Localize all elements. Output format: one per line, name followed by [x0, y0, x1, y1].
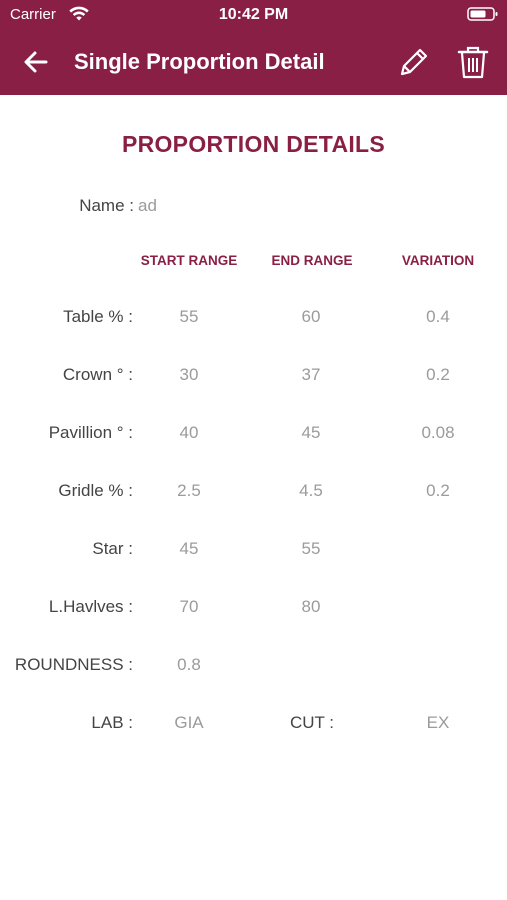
gridle-variation-value: 0.2 — [426, 481, 450, 500]
row-label-table: Table % : — [63, 307, 133, 326]
table-end-value: 60 — [301, 307, 321, 326]
row-label-star: Star : — [92, 539, 133, 558]
row-label-roundness: ROUNDNESS : — [14, 655, 133, 674]
star-end-value: 55 — [301, 539, 321, 558]
table-variation-value: 0.4 — [426, 307, 450, 326]
page-title: Single Proportion Detail — [74, 49, 325, 74]
battery-icon — [467, 7, 498, 21]
star-start-value: 45 — [179, 539, 199, 558]
pavillion-variation-value: 0.08 — [421, 423, 455, 442]
gridle-start-value: 2.5 — [177, 481, 201, 500]
lab-value: GIA — [174, 713, 204, 732]
variation-header: VARIATION — [401, 253, 475, 268]
arrow-left-icon[interactable] — [20, 46, 52, 78]
name-label: Name : — [79, 196, 134, 215]
cut-value: EX — [426, 713, 450, 732]
app-bar: Carrier 10:42 PM Single Proportion Detai… — [0, 0, 507, 95]
start-range-header: START RANGE — [140, 253, 238, 268]
lhalves-end-value: 80 — [301, 597, 321, 616]
crown-end-value: 37 — [301, 365, 321, 384]
pavillion-start-value: 40 — [179, 423, 199, 442]
row-label-pavillion: Pavillion ° : — [48, 423, 133, 442]
lhalves-start-value: 70 — [179, 597, 199, 616]
row-label-gridle: Gridle % : — [58, 481, 133, 500]
row-label-crown: Crown ° : — [62, 365, 133, 384]
pavillion-end-value: 45 — [301, 423, 321, 442]
section-title: PROPORTION DETAILS — [121, 131, 386, 157]
crown-start-value: 30 — [179, 365, 199, 384]
trash-icon[interactable] — [456, 44, 490, 80]
end-range-header: END RANGE — [271, 253, 353, 268]
roundness-start-value: 0.8 — [177, 655, 201, 674]
gridle-end-value: 4.5 — [299, 481, 323, 500]
row-label-lhalves: L.Havlves : — [48, 597, 133, 616]
status-time: 10:42 PM — [218, 6, 289, 23]
crown-variation-value: 0.2 — [426, 365, 450, 384]
cut-label: CUT : — [289, 713, 335, 732]
table-start-value: 55 — [179, 307, 199, 326]
pencil-icon[interactable] — [396, 44, 432, 80]
lab-label: LAB : — [91, 713, 133, 732]
name-value: ad — [138, 196, 157, 215]
